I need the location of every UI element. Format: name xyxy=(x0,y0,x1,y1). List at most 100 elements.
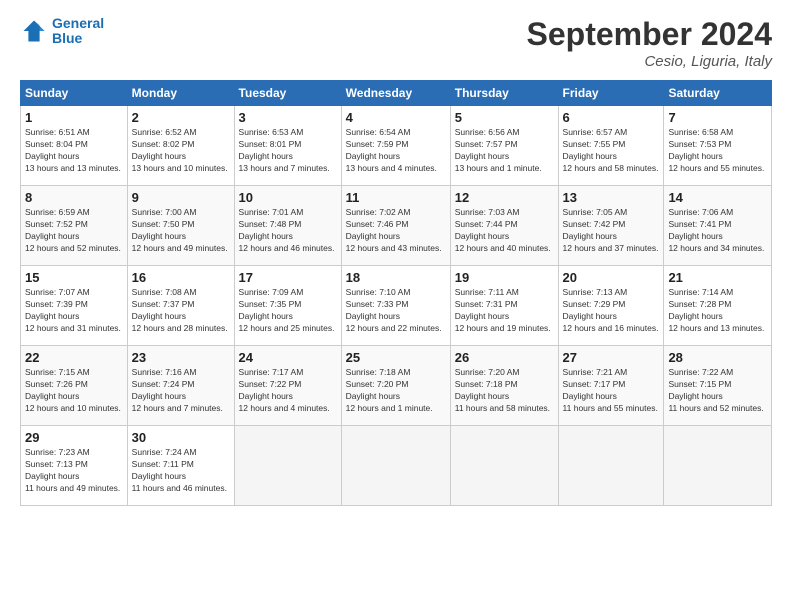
day-info: Sunrise: 6:56 AM Sunset: 7:57 PM Dayligh… xyxy=(455,127,554,175)
col-monday: Monday xyxy=(127,81,234,106)
calendar-cell: 3 Sunrise: 6:53 AM Sunset: 8:01 PM Dayli… xyxy=(234,106,341,186)
day-number: 5 xyxy=(455,110,554,125)
day-number: 20 xyxy=(563,270,660,285)
calendar-cell xyxy=(234,426,341,506)
calendar-cell: 2 Sunrise: 6:52 AM Sunset: 8:02 PM Dayli… xyxy=(127,106,234,186)
day-info: Sunrise: 7:05 AM Sunset: 7:42 PM Dayligh… xyxy=(563,207,660,255)
title-block: September 2024 Cesio, Liguria, Italy xyxy=(527,16,772,70)
calendar-cell: 29 Sunrise: 7:23 AM Sunset: 7:13 PM Dayl… xyxy=(21,426,128,506)
day-number: 11 xyxy=(346,190,446,205)
calendar-cell: 10 Sunrise: 7:01 AM Sunset: 7:48 PM Dayl… xyxy=(234,186,341,266)
calendar-cell: 1 Sunrise: 6:51 AM Sunset: 8:04 PM Dayli… xyxy=(21,106,128,186)
day-info: Sunrise: 7:18 AM Sunset: 7:20 PM Dayligh… xyxy=(346,367,446,415)
day-info: Sunrise: 7:07 AM Sunset: 7:39 PM Dayligh… xyxy=(25,287,123,335)
calendar-cell: 23 Sunrise: 7:16 AM Sunset: 7:24 PM Dayl… xyxy=(127,346,234,426)
day-number: 29 xyxy=(25,430,123,445)
logo-text: General Blue xyxy=(52,16,104,47)
col-wednesday: Wednesday xyxy=(341,81,450,106)
day-info: Sunrise: 7:22 AM Sunset: 7:15 PM Dayligh… xyxy=(668,367,767,415)
day-number: 27 xyxy=(563,350,660,365)
calendar-cell: 28 Sunrise: 7:22 AM Sunset: 7:15 PM Dayl… xyxy=(664,346,772,426)
day-number: 17 xyxy=(239,270,337,285)
calendar-cell: 6 Sunrise: 6:57 AM Sunset: 7:55 PM Dayli… xyxy=(558,106,664,186)
col-sunday: Sunday xyxy=(21,81,128,106)
day-info: Sunrise: 6:59 AM Sunset: 7:52 PM Dayligh… xyxy=(25,207,123,255)
day-number: 6 xyxy=(563,110,660,125)
day-number: 23 xyxy=(132,350,230,365)
day-info: Sunrise: 7:13 AM Sunset: 7:29 PM Dayligh… xyxy=(563,287,660,335)
calendar-cell: 25 Sunrise: 7:18 AM Sunset: 7:20 PM Dayl… xyxy=(341,346,450,426)
logo: General Blue xyxy=(20,16,104,47)
calendar-cell: 15 Sunrise: 7:07 AM Sunset: 7:39 PM Dayl… xyxy=(21,266,128,346)
day-number: 10 xyxy=(239,190,337,205)
calendar-cell: 22 Sunrise: 7:15 AM Sunset: 7:26 PM Dayl… xyxy=(21,346,128,426)
calendar-cell: 11 Sunrise: 7:02 AM Sunset: 7:46 PM Dayl… xyxy=(341,186,450,266)
calendar-cell: 13 Sunrise: 7:05 AM Sunset: 7:42 PM Dayl… xyxy=(558,186,664,266)
day-info: Sunrise: 6:58 AM Sunset: 7:53 PM Dayligh… xyxy=(668,127,767,175)
header: General Blue September 2024 Cesio, Ligur… xyxy=(20,16,772,70)
calendar-cell: 16 Sunrise: 7:08 AM Sunset: 7:37 PM Dayl… xyxy=(127,266,234,346)
day-number: 18 xyxy=(346,270,446,285)
day-number: 22 xyxy=(25,350,123,365)
day-info: Sunrise: 7:02 AM Sunset: 7:46 PM Dayligh… xyxy=(346,207,446,255)
day-info: Sunrise: 7:01 AM Sunset: 7:48 PM Dayligh… xyxy=(239,207,337,255)
calendar-cell xyxy=(341,426,450,506)
day-number: 16 xyxy=(132,270,230,285)
day-info: Sunrise: 7:00 AM Sunset: 7:50 PM Dayligh… xyxy=(132,207,230,255)
day-info: Sunrise: 7:16 AM Sunset: 7:24 PM Dayligh… xyxy=(132,367,230,415)
day-number: 30 xyxy=(132,430,230,445)
day-info: Sunrise: 7:06 AM Sunset: 7:41 PM Dayligh… xyxy=(668,207,767,255)
day-info: Sunrise: 7:24 AM Sunset: 7:11 PM Dayligh… xyxy=(132,447,230,495)
calendar-week-row: 1 Sunrise: 6:51 AM Sunset: 8:04 PM Dayli… xyxy=(21,106,772,186)
calendar-cell: 30 Sunrise: 7:24 AM Sunset: 7:11 PM Dayl… xyxy=(127,426,234,506)
day-info: Sunrise: 7:03 AM Sunset: 7:44 PM Dayligh… xyxy=(455,207,554,255)
calendar-cell: 20 Sunrise: 7:13 AM Sunset: 7:29 PM Dayl… xyxy=(558,266,664,346)
day-number: 9 xyxy=(132,190,230,205)
calendar-week-row: 29 Sunrise: 7:23 AM Sunset: 7:13 PM Dayl… xyxy=(21,426,772,506)
day-info: Sunrise: 7:11 AM Sunset: 7:31 PM Dayligh… xyxy=(455,287,554,335)
calendar-cell: 9 Sunrise: 7:00 AM Sunset: 7:50 PM Dayli… xyxy=(127,186,234,266)
calendar-cell: 24 Sunrise: 7:17 AM Sunset: 7:22 PM Dayl… xyxy=(234,346,341,426)
calendar-cell xyxy=(558,426,664,506)
calendar-cell: 12 Sunrise: 7:03 AM Sunset: 7:44 PM Dayl… xyxy=(450,186,558,266)
day-number: 8 xyxy=(25,190,123,205)
day-info: Sunrise: 7:23 AM Sunset: 7:13 PM Dayligh… xyxy=(25,447,123,495)
day-number: 2 xyxy=(132,110,230,125)
day-number: 3 xyxy=(239,110,337,125)
day-info: Sunrise: 7:10 AM Sunset: 7:33 PM Dayligh… xyxy=(346,287,446,335)
calendar-header-row: Sunday Monday Tuesday Wednesday Thursday… xyxy=(21,81,772,106)
calendar-cell: 8 Sunrise: 6:59 AM Sunset: 7:52 PM Dayli… xyxy=(21,186,128,266)
col-friday: Friday xyxy=(558,81,664,106)
day-number: 4 xyxy=(346,110,446,125)
day-info: Sunrise: 6:51 AM Sunset: 8:04 PM Dayligh… xyxy=(25,127,123,175)
day-info: Sunrise: 7:17 AM Sunset: 7:22 PM Dayligh… xyxy=(239,367,337,415)
day-info: Sunrise: 7:14 AM Sunset: 7:28 PM Dayligh… xyxy=(668,287,767,335)
day-number: 25 xyxy=(346,350,446,365)
day-info: Sunrise: 6:57 AM Sunset: 7:55 PM Dayligh… xyxy=(563,127,660,175)
page: General Blue September 2024 Cesio, Ligur… xyxy=(0,0,792,612)
logo-icon xyxy=(20,17,48,45)
day-number: 28 xyxy=(668,350,767,365)
calendar-cell: 4 Sunrise: 6:54 AM Sunset: 7:59 PM Dayli… xyxy=(341,106,450,186)
calendar-cell: 7 Sunrise: 6:58 AM Sunset: 7:53 PM Dayli… xyxy=(664,106,772,186)
col-saturday: Saturday xyxy=(664,81,772,106)
day-info: Sunrise: 7:09 AM Sunset: 7:35 PM Dayligh… xyxy=(239,287,337,335)
col-thursday: Thursday xyxy=(450,81,558,106)
col-tuesday: Tuesday xyxy=(234,81,341,106)
calendar-cell: 5 Sunrise: 6:56 AM Sunset: 7:57 PM Dayli… xyxy=(450,106,558,186)
calendar-cell: 14 Sunrise: 7:06 AM Sunset: 7:41 PM Dayl… xyxy=(664,186,772,266)
day-info: Sunrise: 6:54 AM Sunset: 7:59 PM Dayligh… xyxy=(346,127,446,175)
day-number: 26 xyxy=(455,350,554,365)
calendar-cell xyxy=(450,426,558,506)
day-number: 24 xyxy=(239,350,337,365)
day-number: 13 xyxy=(563,190,660,205)
calendar-cell: 17 Sunrise: 7:09 AM Sunset: 7:35 PM Dayl… xyxy=(234,266,341,346)
day-number: 1 xyxy=(25,110,123,125)
day-info: Sunrise: 7:08 AM Sunset: 7:37 PM Dayligh… xyxy=(132,287,230,335)
day-info: Sunrise: 6:53 AM Sunset: 8:01 PM Dayligh… xyxy=(239,127,337,175)
day-number: 14 xyxy=(668,190,767,205)
calendar-cell: 18 Sunrise: 7:10 AM Sunset: 7:33 PM Dayl… xyxy=(341,266,450,346)
calendar-cell: 27 Sunrise: 7:21 AM Sunset: 7:17 PM Dayl… xyxy=(558,346,664,426)
calendar-cell xyxy=(664,426,772,506)
day-number: 7 xyxy=(668,110,767,125)
